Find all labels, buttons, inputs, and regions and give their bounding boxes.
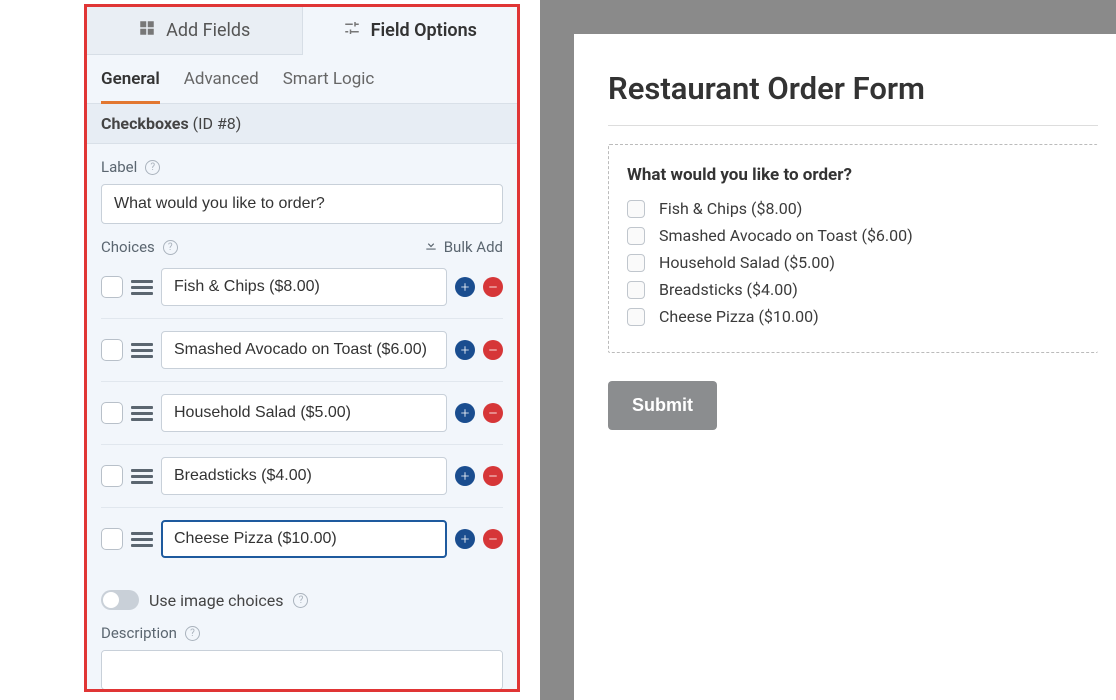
choice-default-checkbox[interactable] — [101, 276, 123, 298]
subtab-general[interactable]: General — [101, 69, 160, 104]
checkbox-field-preview[interactable]: What would you like to order? Fish & Chi… — [608, 144, 1098, 353]
download-icon — [424, 238, 438, 256]
add-choice-button[interactable] — [455, 403, 475, 423]
add-choice-button[interactable] — [455, 277, 475, 297]
preview-option[interactable]: Fish & Chips ($8.00) — [627, 199, 1080, 218]
preview-option-label: Breadsticks ($4.00) — [659, 280, 798, 299]
choice-text-input[interactable] — [161, 394, 447, 432]
choice-row — [101, 382, 503, 445]
choice-default-checkbox[interactable] — [101, 528, 123, 550]
label-heading: Label — [101, 158, 137, 176]
grid-icon — [138, 19, 156, 42]
help-icon[interactable]: ? — [293, 593, 308, 608]
choice-text-input[interactable] — [161, 331, 447, 369]
tab-add-fields[interactable]: Add Fields — [87, 7, 303, 55]
choices-heading: Choices — [101, 238, 155, 256]
add-choice-button[interactable] — [455, 466, 475, 486]
tab-add-fields-label: Add Fields — [166, 20, 250, 41]
image-choices-toggle[interactable] — [101, 590, 139, 610]
checkbox-icon[interactable] — [627, 227, 645, 245]
bulk-add-label: Bulk Add — [444, 238, 503, 256]
remove-choice-button[interactable] — [483, 529, 503, 549]
preview-option[interactable]: Smashed Avocado on Toast ($6.00) — [627, 226, 1080, 245]
field-options-panel: Add Fields Field Options General Advance… — [84, 4, 520, 692]
field-id: (ID #8) — [193, 114, 242, 133]
add-choice-button[interactable] — [455, 340, 475, 360]
drag-handle-icon[interactable] — [131, 528, 153, 550]
submit-button[interactable]: Submit — [608, 381, 717, 430]
preview-option[interactable]: Breadsticks ($4.00) — [627, 280, 1080, 299]
help-icon[interactable]: ? — [163, 240, 178, 255]
preview-option[interactable]: Household Salad ($5.00) — [627, 253, 1080, 272]
help-icon[interactable]: ? — [185, 626, 200, 641]
remove-choice-button[interactable] — [483, 277, 503, 297]
checkbox-icon[interactable] — [627, 200, 645, 218]
help-icon[interactable]: ? — [145, 160, 160, 175]
choice-row — [101, 445, 503, 508]
preview-option[interactable]: Cheese Pizza ($10.00) — [627, 307, 1080, 326]
field-question: What would you like to order? — [627, 165, 1080, 185]
preview-option-label: Fish & Chips ($8.00) — [659, 199, 802, 218]
choice-row — [101, 319, 503, 382]
form-preview: Restaurant Order Form What would you lik… — [574, 34, 1116, 700]
remove-choice-button[interactable] — [483, 403, 503, 423]
choice-default-checkbox[interactable] — [101, 402, 123, 424]
tab-field-options[interactable]: Field Options — [303, 7, 518, 55]
subtab-smart-logic[interactable]: Smart Logic — [283, 69, 375, 103]
remove-choice-button[interactable] — [483, 340, 503, 360]
checkbox-icon[interactable] — [627, 308, 645, 326]
bulk-add-button[interactable]: Bulk Add — [424, 238, 503, 256]
description-input[interactable] — [101, 650, 503, 690]
drag-handle-icon[interactable] — [131, 276, 153, 298]
field-type-header: Checkboxes (ID #8) — [87, 104, 517, 144]
form-title: Restaurant Order Form — [608, 70, 1116, 107]
divider — [608, 125, 1098, 126]
choice-text-input[interactable] — [161, 268, 447, 306]
choice-default-checkbox[interactable] — [101, 465, 123, 487]
checkbox-icon[interactable] — [627, 281, 645, 299]
subtab-advanced[interactable]: Advanced — [184, 69, 259, 103]
remove-choice-button[interactable] — [483, 466, 503, 486]
choice-text-input[interactable] — [161, 457, 447, 495]
description-heading: Description — [101, 624, 177, 642]
drag-handle-icon[interactable] — [131, 465, 153, 487]
drag-handle-icon[interactable] — [131, 402, 153, 424]
sliders-icon — [343, 19, 361, 42]
preview-option-label: Household Salad ($5.00) — [659, 253, 835, 272]
image-choices-label: Use image choices — [149, 591, 283, 610]
choice-row — [101, 508, 503, 570]
add-choice-button[interactable] — [455, 529, 475, 549]
preview-option-label: Cheese Pizza ($10.00) — [659, 307, 819, 326]
choice-default-checkbox[interactable] — [101, 339, 123, 361]
tab-field-options-label: Field Options — [371, 20, 477, 41]
drag-handle-icon[interactable] — [131, 339, 153, 361]
field-type-name: Checkboxes — [101, 114, 189, 133]
label-input[interactable] — [101, 184, 503, 224]
choice-text-input[interactable] — [161, 520, 447, 558]
choice-row — [101, 256, 503, 319]
checkbox-icon[interactable] — [627, 254, 645, 272]
preview-option-label: Smashed Avocado on Toast ($6.00) — [659, 226, 913, 245]
